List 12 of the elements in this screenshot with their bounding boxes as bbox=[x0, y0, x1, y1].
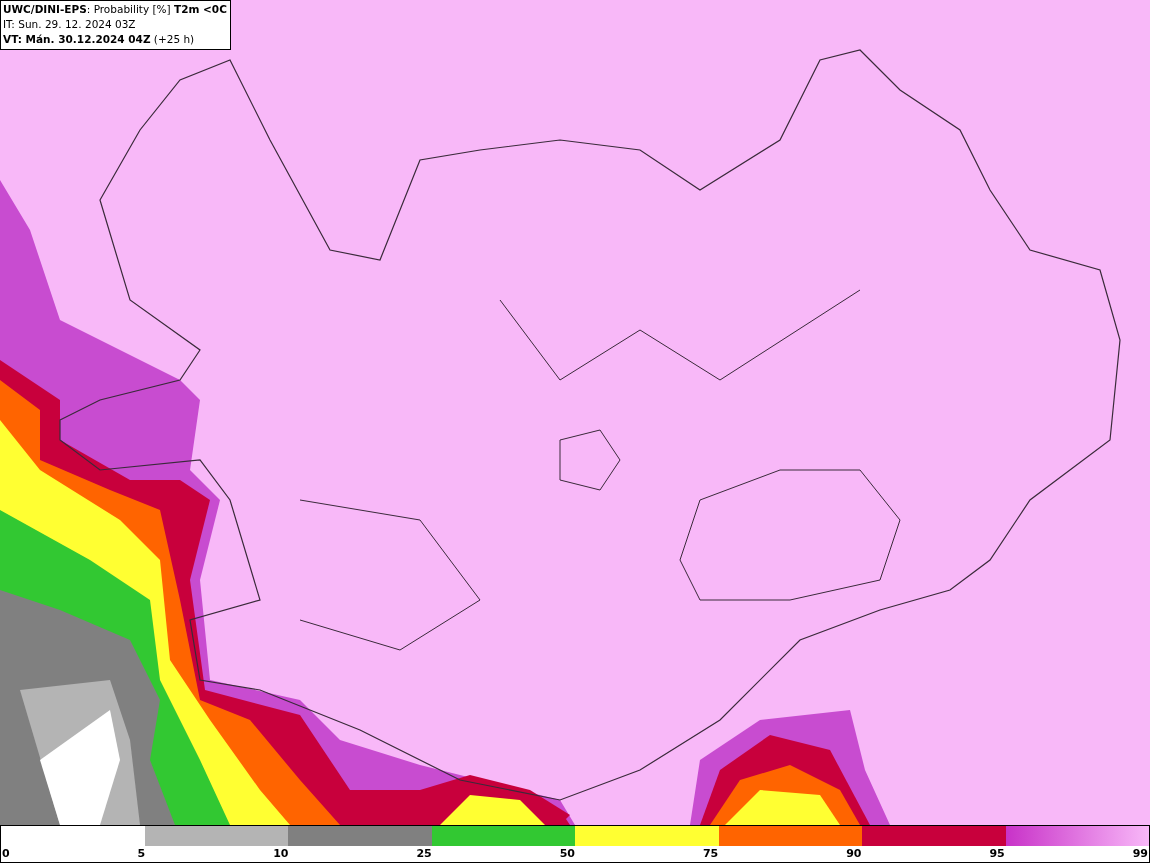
legend-label: 0 bbox=[2, 846, 10, 861]
legend-label: 99 bbox=[1132, 846, 1148, 861]
map-title: UWC/DINI-EPS: Probability [%] T2m <0C bbox=[3, 2, 227, 17]
legend-label: 25 bbox=[416, 846, 432, 861]
legend-label: 75 bbox=[702, 846, 719, 861]
legend-label: 50 bbox=[559, 846, 575, 861]
legend-label: 5 bbox=[137, 846, 146, 861]
map-time-label: IT: Sun. 29. 12. 2024 03Z bbox=[3, 17, 137, 32]
legend-label: 95 bbox=[989, 846, 1005, 861]
legend-label: 10 bbox=[273, 846, 289, 861]
legend-label: 90 bbox=[846, 846, 862, 861]
map-time-label: VT: Mán. 30.12.2024 04Z (+25 h) bbox=[3, 32, 196, 47]
